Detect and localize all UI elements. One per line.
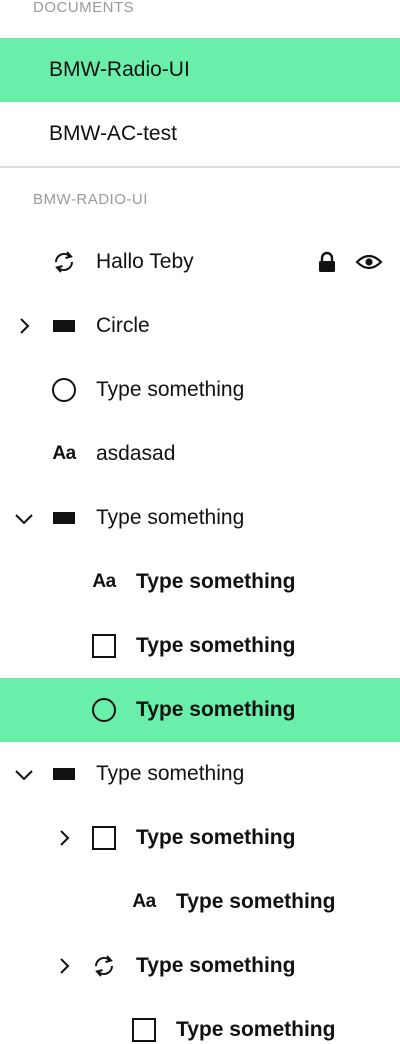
layer-label: Type something [96, 378, 245, 401]
layer-row[interactable]: Type something [0, 806, 400, 870]
layer-row[interactable]: Type something [0, 486, 400, 550]
chevron-right-icon[interactable] [54, 956, 74, 976]
document-item-label: BMW-Radio-UI [49, 58, 190, 81]
layer-label: Type something [176, 890, 336, 913]
documents-section-header: DOCUMENTS [33, 0, 135, 16]
layer-row[interactable]: Circle [0, 294, 400, 358]
layer-label: Type something [176, 1018, 336, 1041]
text-icon: Aa [92, 571, 116, 592]
layer-row[interactable]: Hallo Teby [0, 230, 400, 294]
layer-label: Type something [136, 698, 296, 721]
square-icon [91, 826, 117, 850]
rectangle-filled-icon [51, 314, 77, 338]
layer-label: Type something [96, 762, 245, 785]
layer-label: asdasad [96, 442, 176, 465]
chevron-right-icon[interactable] [14, 316, 34, 336]
layers-panel: DOCUMENTS BMW-Radio-UI BMW-AC-test BMW-RA… [0, 0, 400, 1044]
layer-row[interactable]: Aa asdasad [0, 422, 400, 486]
circle-icon [51, 378, 77, 402]
rectangle-filled-icon [51, 762, 77, 786]
document-item-label: BMW-AC-test [49, 122, 177, 145]
text-icon: Aa [132, 891, 156, 912]
layer-label: Circle [96, 314, 150, 337]
layer-row[interactable]: Type something [0, 934, 400, 998]
layer-label: Type something [136, 570, 296, 593]
chevron-right-icon[interactable] [54, 828, 74, 848]
layers-section-header: BMW-RADIO-UI [33, 191, 148, 208]
layer-row[interactable]: Aa Type something [0, 870, 400, 934]
layer-label: Type something [136, 634, 296, 657]
layer-row[interactable]: Type something [0, 998, 400, 1044]
layer-actions [316, 250, 384, 274]
circle-icon [91, 698, 117, 722]
layer-row[interactable]: Type something [0, 358, 400, 422]
square-icon [91, 634, 117, 658]
document-item[interactable]: BMW-AC-test [0, 102, 400, 166]
lock-icon[interactable] [316, 250, 338, 274]
rotate-icon [91, 954, 117, 978]
document-item[interactable]: BMW-Radio-UI [0, 38, 400, 102]
layer-row[interactable]: Type something [0, 742, 400, 806]
layer-row[interactable]: Aa Type something [0, 550, 400, 614]
eye-icon[interactable] [354, 250, 384, 274]
chevron-down-icon[interactable] [14, 508, 34, 528]
layer-label: Type something [136, 826, 296, 849]
square-icon [131, 1018, 157, 1042]
layer-label: Hallo Teby [96, 250, 194, 273]
chevron-down-icon[interactable] [14, 764, 34, 784]
text-icon: Aa [52, 443, 76, 464]
section-divider [0, 166, 400, 168]
rectangle-filled-icon [51, 506, 77, 530]
layer-label: Type something [136, 954, 296, 977]
rotate-icon [51, 250, 77, 274]
layer-row[interactable]: Type something [0, 614, 400, 678]
layer-label: Type something [96, 506, 245, 529]
layer-row[interactable]: Type something [0, 678, 400, 742]
